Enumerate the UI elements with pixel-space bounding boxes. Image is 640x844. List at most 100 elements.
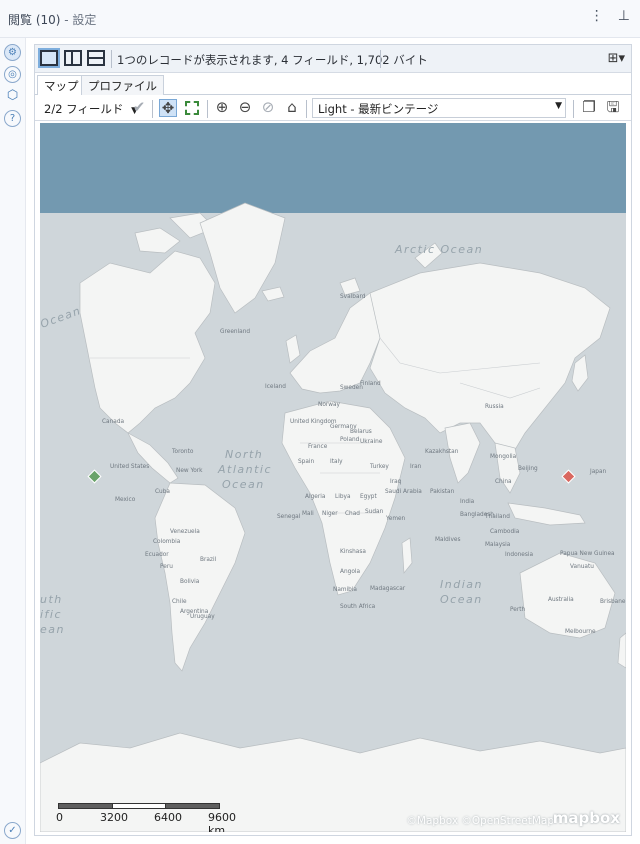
map-toolbar: 2/2 フィールド ▼ ✔ ✥ ⊕ ⊖ ⊘ ⌂ Light - 最新ビンテージ … xyxy=(35,95,631,121)
layout-single-button[interactable] xyxy=(38,48,60,68)
field-select-dropdown[interactable]: 2/2 フィールド ▼ xyxy=(44,101,138,117)
scale-label-3200: 3200 xyxy=(100,811,128,824)
map-label-belarus: Belarus xyxy=(350,429,372,435)
map-label-spain: Spain xyxy=(298,459,315,465)
map-label-peru: Peru xyxy=(160,564,173,570)
map-label-canada: Canada xyxy=(102,419,125,425)
check-icon[interactable]: ✓ xyxy=(4,822,21,839)
scale-label-9600: 9600 km xyxy=(208,811,236,832)
left-icon-rail: ⚙ ◎ ⬡ ? ✓ xyxy=(0,38,26,844)
map-label-saudi-arabia: Saudi Arabia xyxy=(385,489,422,495)
select-rectangle-icon[interactable] xyxy=(183,99,201,117)
copy-icon[interactable]: ❐ xyxy=(580,99,598,117)
results-toolbar: 1つのレコードが表示されます, 4 フィールド, 1,702 バイト ⊞▾ xyxy=(35,45,631,73)
map-label-yemen: Yemen xyxy=(385,516,406,522)
help-icon[interactable]: ? xyxy=(4,110,21,127)
layout-horizontal-split-button[interactable] xyxy=(87,50,105,66)
map-label-norway: Norway xyxy=(318,402,341,408)
map-label-melbourne: Melbourne xyxy=(565,629,596,635)
tag-icon[interactable]: ⬡ xyxy=(4,88,21,105)
map-label-indonesia: Indonesia xyxy=(505,552,533,558)
map-attribution[interactable]: ©Mapbox ©OpenStreetMap xyxy=(406,815,554,827)
pin-icon[interactable]: ⊥ xyxy=(618,8,630,24)
map-label-brazil: Brazil xyxy=(200,557,217,563)
map-view[interactable]: Arctic Ocean North Atlantic Ocean Indian… xyxy=(40,123,626,832)
base-map-style-select[interactable]: Light - 最新ビンテージ ▼ xyxy=(312,98,566,118)
field-select-label: 2/2 フィールド xyxy=(44,102,124,116)
map-label-cuba: Cuba xyxy=(155,489,170,495)
map-label-australia: Australia xyxy=(548,597,574,603)
map-label-greenland: Greenland xyxy=(220,329,250,335)
mapbox-logo[interactable]: mapbox xyxy=(553,809,620,827)
map-label-iran: Iran xyxy=(410,464,422,470)
layout-vertical-split-button[interactable] xyxy=(64,50,82,66)
map-label-niger: Niger xyxy=(322,511,338,517)
map-label-russia: Russia xyxy=(485,404,504,410)
map-label-maldives: Maldives xyxy=(435,537,460,543)
title-bar: 閲覧 (10) - 設定 ⋮ ⊥ xyxy=(0,0,640,38)
map-label-mali: Mali xyxy=(302,511,314,517)
map-label-bolivia: Bolivia xyxy=(180,579,200,585)
map-label-madagascar: Madagascar xyxy=(370,586,406,592)
map-label-chad: Chad xyxy=(345,511,360,517)
tab-map[interactable]: マップ xyxy=(37,75,86,96)
toolbar-divider xyxy=(306,100,307,118)
zoom-in-icon[interactable]: ⊕ xyxy=(213,99,231,117)
map-label-iceland: Iceland xyxy=(265,384,286,390)
map-label-libya: Libya xyxy=(335,494,351,500)
world-map: Arctic Ocean North Atlantic Ocean Indian… xyxy=(40,123,626,832)
map-label-egypt: Egypt xyxy=(360,494,377,500)
map-label-poland: Poland xyxy=(340,437,360,443)
ocean-label-pacific-3: ean xyxy=(40,623,65,636)
map-label-ukraine: Ukraine xyxy=(360,439,383,445)
map-label-india: India xyxy=(460,499,475,505)
map-label-iraq: Iraq xyxy=(390,479,402,485)
map-label-algeria: Algeria xyxy=(305,494,326,500)
map-label-thailand: Thailand xyxy=(484,514,510,520)
tab-profile[interactable]: プロファイル xyxy=(81,75,164,95)
more-options-icon[interactable]: ⋮ xyxy=(590,8,604,24)
toolbar-divider xyxy=(152,100,153,118)
map-label-new-york: New York xyxy=(176,468,203,474)
record-info-text: 1つのレコードが表示されます, 4 フィールド, 1,702 バイト xyxy=(117,53,428,67)
map-label-china: China xyxy=(495,479,512,485)
map-label-pakistan: Pakistan xyxy=(430,489,455,495)
map-label-angola: Angola xyxy=(340,569,360,575)
toolbar-divider xyxy=(207,100,208,118)
save-icon[interactable]: 🖫 xyxy=(604,99,622,117)
add-view-icon[interactable]: ⊞▾ xyxy=(608,51,625,66)
home-icon[interactable]: ⌂ xyxy=(283,99,301,117)
toolbar-divider xyxy=(573,100,574,118)
map-label-kinshasa: Kinshasa xyxy=(340,549,366,555)
ocean-label-indian-1: Indian xyxy=(440,578,483,591)
pan-tool-icon[interactable]: ✥ xyxy=(159,99,177,117)
map-label-perth: Perth xyxy=(510,607,526,613)
ocean-label-north-atlantic-3: Ocean xyxy=(222,478,265,491)
map-label-malaysia: Malaysia xyxy=(485,542,511,548)
toolbar-divider xyxy=(111,50,112,68)
map-label-toronto: Toronto xyxy=(171,449,194,455)
map-label-papua-new-guinea: Papua New Guinea xyxy=(560,551,615,557)
ocean-label-north-atlantic-2: Atlantic xyxy=(217,463,272,476)
toolbar-divider xyxy=(380,50,381,68)
map-label-sudan: Sudan xyxy=(365,509,384,515)
map-label-uruguay: Uruguay xyxy=(190,614,215,620)
gear-icon[interactable]: ⚙ xyxy=(4,44,21,61)
map-label-south-africa: South Africa xyxy=(340,604,376,610)
base-map-style-label: Light - 最新ビンテージ xyxy=(318,102,439,116)
map-label-ecuador: Ecuador xyxy=(145,552,169,558)
zoom-out-icon[interactable]: ⊖ xyxy=(236,99,254,117)
zoom-to-selection-icon[interactable]: ⊘ xyxy=(259,99,277,117)
settings-circle-icon[interactable]: ◎ xyxy=(4,66,21,83)
apply-check-icon[interactable]: ✔ xyxy=(130,99,148,117)
map-label-italy: Italy xyxy=(330,459,343,465)
map-label-finland: Finland xyxy=(360,381,381,387)
ocean-label-arctic: Arctic Ocean xyxy=(394,243,483,256)
map-label-chile: Chile xyxy=(172,599,187,605)
ocean-label-north-atlantic-1: North xyxy=(225,448,263,461)
tab-bar: マップ プロファイル xyxy=(35,73,631,96)
map-top-band xyxy=(40,123,626,213)
map-label-beijing: Beijing xyxy=(518,466,538,472)
chevron-down-icon: ▼ xyxy=(555,101,562,111)
map-label-vanuatu: Vanuatu xyxy=(570,564,594,570)
